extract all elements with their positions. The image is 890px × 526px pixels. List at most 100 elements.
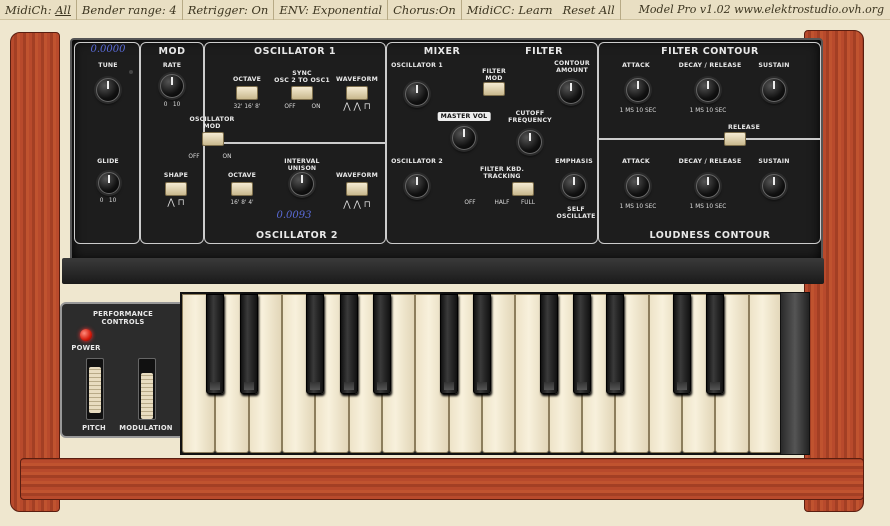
mod-section [140,42,204,244]
lc-decay-label: DECAY / RELEASE [678,158,742,165]
osc1-waveform-switch[interactable] [346,86,368,100]
env-mode-toggle[interactable]: ENV: Exponential [274,0,389,20]
rate-knob[interactable] [160,74,184,98]
wood-front-rail [20,458,864,500]
modulation-wheel-grip [141,373,153,419]
master-vol-knob[interactable] [452,126,476,150]
panel-hinge [62,258,824,284]
osc2-waveform-switch[interactable] [346,182,368,196]
black-key[interactable] [606,294,625,394]
shape-switch[interactable] [165,182,187,196]
osc1-title: OSCILLATOR 1 [254,46,336,57]
lc-sustain-knob[interactable] [762,174,786,198]
power-led-icon [80,329,92,341]
bender-value[interactable]: 4 [169,3,176,17]
black-key[interactable] [206,294,225,394]
mix-osc1-knob[interactable] [405,82,429,106]
mixer-title: MIXER [423,46,461,57]
filter-contour-title: FILTER CONTOUR [661,46,759,57]
master-vol-label: MASTER VOL [437,112,491,121]
kbd-half: HALF [494,200,510,206]
bender-label: Bender range: [81,2,166,17]
emphasis-knob[interactable] [562,174,586,198]
cutoff-label: CUTOFF FREQUENCY [508,110,552,124]
osc-mod-switch[interactable] [202,132,224,146]
fc-attack-knob[interactable] [626,78,650,102]
osc-mod-label: OSCILLATOR MOD [189,116,235,130]
glide-knob[interactable] [98,172,120,194]
lc-sustain-label: SUSTAIN [758,158,790,165]
lc-attack-knob[interactable] [626,174,650,198]
modulation-wheel[interactable] [138,358,156,420]
retrigger-toggle[interactable]: Retrigger: On [183,0,275,20]
pitch-wheel[interactable] [86,358,104,420]
black-key[interactable] [306,294,325,394]
pitch-label: PITCH [82,424,106,432]
osc1-waveform-label: WAVEFORM [336,76,378,83]
chorus-toggle[interactable]: Chorus:On [388,0,462,20]
performance-controls: PERFORMANCE CONTROLS POWER PITCH MODULAT… [60,302,186,438]
black-key[interactable] [673,294,691,394]
glide-scale: 0 10 [99,198,117,204]
sync-switch[interactable] [291,86,313,100]
rate-label: RATE [162,62,182,69]
kbd-tracking-label: FILTER KBD. TRACKING [479,166,525,180]
contour-amount-knob[interactable] [559,80,583,104]
black-key[interactable] [539,294,558,394]
fc-decay-knob[interactable] [696,78,720,102]
lc-attack-label: ATTACK [622,158,650,165]
kbd-full: FULL [520,200,536,206]
midich-value[interactable]: All [55,3,71,17]
black-key[interactable] [373,294,391,394]
lc-decay-scale: 1 MS 10 SEC [689,204,727,210]
synth-cabinet: 0.0000 TUNE GLIDE 0 10 MOD RATE 0 10 OSC… [10,26,884,520]
sync-on: ON [311,104,321,110]
contour-divider [598,138,821,140]
shape-wave-icon: ⋀ ⊓ [167,198,185,208]
reset-all-button[interactable]: Reset All [558,0,621,20]
contour-amount-label: CONTOUR AMOUNT [554,60,590,74]
glide-label: GLIDE [97,158,119,165]
lc-decay-knob[interactable] [696,174,720,198]
app-title: Model Pro v1.02 www.elektrostudio.ovh.or… [638,2,884,16]
cutoff-knob[interactable] [518,130,542,154]
black-key[interactable] [473,294,491,394]
midi-channel-setting[interactable]: MidiCh: All [0,0,77,20]
osc2-title: OSCILLATOR 2 [256,230,338,241]
kbd-tracking-switch[interactable] [512,182,534,196]
black-key[interactable] [573,294,591,394]
black-key[interactable] [239,294,258,394]
osc1-octave-switch[interactable] [236,86,258,100]
control-panel: 0.0000 TUNE GLIDE 0 10 MOD RATE 0 10 OSC… [70,38,823,262]
keyboard-end-block [780,292,810,455]
release-switch[interactable] [724,132,746,146]
interval-knob[interactable] [290,172,314,196]
osc2-octave-scale: 16' 8' 4' [230,200,254,206]
fc-decay-scale: 1 MS 10 SEC [689,108,727,114]
fc-sustain-knob[interactable] [762,78,786,102]
self-oscillate-label: SELF OSCILLATE [556,206,596,220]
osc2-octave-switch[interactable] [231,182,253,196]
black-key[interactable] [439,294,458,394]
filter-mod-switch[interactable] [483,82,505,96]
osc1-wave-icon: ⋀ ⋀ ⊓ [343,102,371,112]
tune-knob[interactable] [96,78,120,102]
black-key[interactable] [339,294,358,394]
mix-osc2-label: OSCILLATOR 2 [391,158,443,165]
fc-attack-scale: 1 MS 10 SEC [619,108,657,114]
osc-mod-on: ON [222,154,232,160]
white-key[interactable] [748,294,782,453]
tune-label: TUNE [98,62,118,69]
black-key[interactable] [706,294,725,394]
power-label: POWER [71,344,101,352]
bender-range-setting[interactable]: Bender range: 4 [77,0,183,20]
midicc-learn-button[interactable]: MidiCC: Learn [462,0,558,20]
osc2-wave-icon: ⋀ ⋀ ⊓ [343,200,371,210]
mod-title: MOD [158,46,186,57]
mix-osc2-knob[interactable] [405,174,429,198]
tune-readout: 0.0000 [90,44,126,55]
fc-decay-label: DECAY / RELEASE [678,62,742,69]
wood-side-left [10,32,60,512]
top-menu-bar: MidiCh: All Bender range: 4 Retrigger: O… [0,0,890,20]
shape-label: SHAPE [163,172,189,179]
